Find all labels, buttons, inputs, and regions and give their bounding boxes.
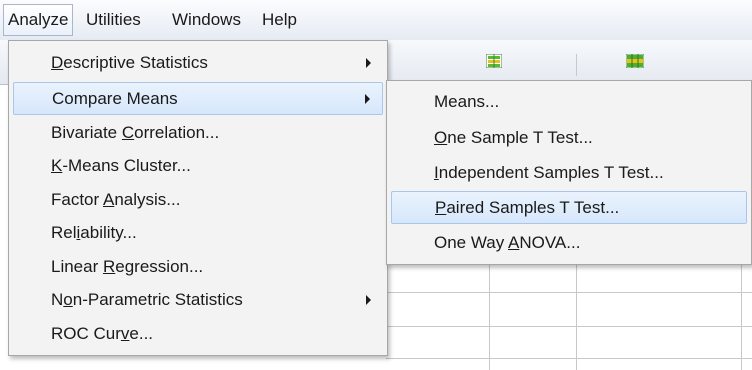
menu-item-label: Linear Regression... [51,257,204,276]
menu-item-label: Non-Parametric Statistics [51,290,243,309]
menu-windows[interactable]: Windows [168,4,245,36]
menu-item-label: Means... [434,92,500,111]
menu-item-bivariate-correlation[interactable]: Bivariate Correlation... [13,116,383,149]
menu-item-label: K-Means Cluster... [51,156,191,175]
submenu-arrow-icon [366,295,371,305]
menu-bar: Analyze Utilities Windows Help [0,0,752,41]
menu-item-non-parametric-statistics[interactable]: Non-Parametric Statistics [13,283,383,316]
menu-help[interactable]: Help [258,4,301,36]
grid-line [386,326,752,327]
menu-item-label: ROC Curve... [51,324,154,343]
menu-item-factor-analysis[interactable]: Factor Analysis... [13,183,383,216]
menu-item-label: Bivariate Correlation... [51,123,220,142]
submenu-item-independent-samples-t-test[interactable]: Independent Samples T Test... [391,156,747,189]
menu-item-label: Factor Analysis... [51,190,181,209]
submenu-item-means[interactable]: Means... [391,85,747,118]
menu-item-roc-curve[interactable]: ROC Curve... [13,317,383,350]
toolbar-separator [576,54,577,76]
analyze-menu: Descriptive Statistics Compare Means Biv… [8,40,388,356]
menu-item-label: Independent Samples T Test... [434,163,664,182]
menu-item-reliability[interactable]: Reliability... [13,216,383,249]
menu-item-compare-means[interactable]: Compare Means [13,82,383,115]
insert-cases-icon[interactable] [486,54,502,68]
compare-means-submenu: Means... One Sample T Test... Independen… [386,80,752,265]
menu-item-linear-regression[interactable]: Linear Regression... [13,250,383,283]
grid-line [386,292,752,293]
submenu-item-one-way-anova[interactable]: One Way ANOVA... [391,226,747,259]
insert-variable-icon[interactable] [626,54,644,68]
menu-item-descriptive-statistics[interactable]: Descriptive Statistics [13,46,383,79]
menu-analyze[interactable]: Analyze [3,4,74,36]
menu-item-label: Reliability... [51,223,137,242]
submenu-item-paired-samples-t-test[interactable]: Paired Samples T Test... [391,191,747,224]
menu-item-label: Descriptive Statistics [51,53,208,72]
grid-line [386,358,752,359]
submenu-arrow-icon [365,94,370,104]
submenu-item-one-sample-t-test[interactable]: One Sample T Test... [391,121,747,154]
menu-item-label: Compare Means [52,89,178,108]
menu-utilities[interactable]: Utilities [82,4,145,36]
menu-item-label: One Way ANOVA... [434,233,581,252]
menu-item-label: Paired Samples T Test... [435,198,620,217]
menu-item-k-means-cluster[interactable]: K-Means Cluster... [13,149,383,182]
submenu-arrow-icon [366,58,371,68]
menu-item-label: One Sample T Test... [434,128,593,147]
